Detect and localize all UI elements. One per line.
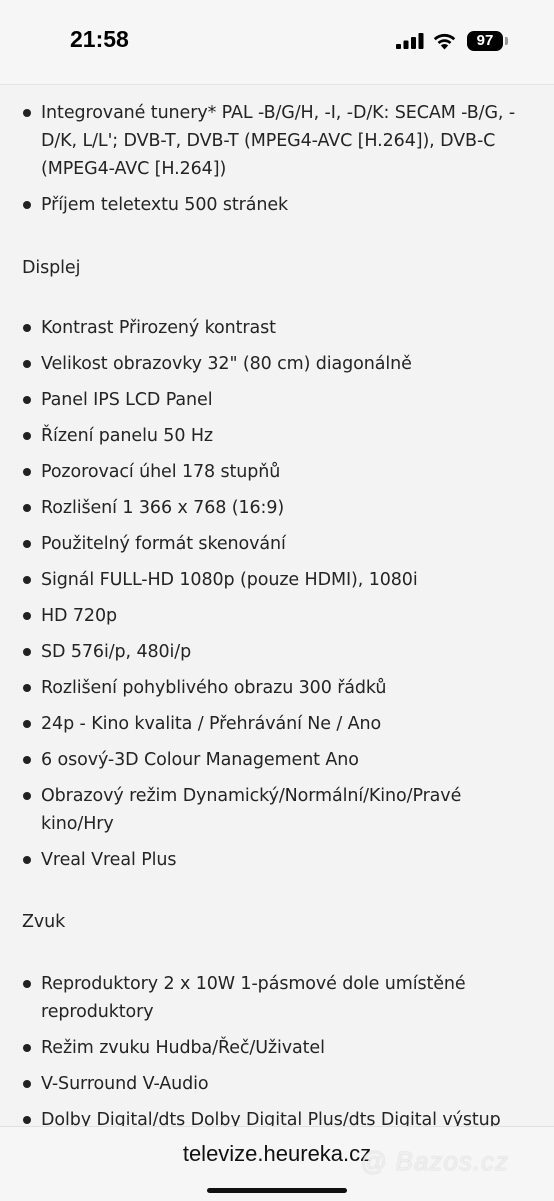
section-heading-sound: Zvuk (22, 912, 66, 932)
list-item: Příjem teletextu 500 stránek (0, 191, 554, 219)
list-item: V-Surround V-Audio (0, 1070, 554, 1098)
wifi-icon (433, 33, 456, 50)
list-item: SD 576i/p, 480i/p (0, 638, 554, 666)
section-heading-display: Displej (22, 258, 81, 278)
battery-indicator: 97 (467, 31, 503, 51)
list-item: HD 720p (0, 602, 554, 630)
list-item: 6 osový-3D Colour Management Ano (0, 746, 554, 774)
list-item: Pozorovací úhel 178 stupňů (0, 458, 554, 486)
list-item: Dolby Digital/dts Dolby Digital Plus/dts… (0, 1106, 554, 1126)
list-item: Řízení panelu 50 Hz (0, 422, 554, 450)
spec-list-sound: Reproduktory 2 x 10W 1-pásmové dole umís… (0, 970, 554, 1126)
list-item: Panel IPS LCD Panel (0, 386, 554, 414)
list-item: Rozlišení pohyblivého obrazu 300 řádků (0, 674, 554, 702)
list-item: Režim zvuku Hudba/Řeč/Uživatel (0, 1034, 554, 1062)
list-item: Reproduktory 2 x 10W 1-pásmové dole umís… (0, 970, 554, 1026)
list-item: Velikost obrazovky 32" (80 cm) diagonáln… (0, 350, 554, 378)
battery-cap (505, 37, 508, 45)
home-indicator[interactable] (207, 1188, 347, 1193)
spec-list-tuner: Integrované tunery* PAL -B/G/H, -I, -D/K… (0, 99, 554, 227)
list-item: Signál FULL-HD 1080p (pouze HDMI), 1080i (0, 566, 554, 594)
list-item: Použitelný formát skenování (0, 530, 554, 558)
list-item: Vreal Vreal Plus (0, 846, 554, 874)
status-bar: 21:58 97 (0, 0, 554, 85)
page-content: Integrované tunery* PAL -B/G/H, -I, -D/K… (0, 84, 554, 1126)
status-time: 21:58 (70, 26, 129, 52)
list-item: Obrazový režim Dynamický/Normální/Kino/P… (0, 782, 554, 838)
list-item: Integrované tunery* PAL -B/G/H, -I, -D/K… (0, 99, 554, 183)
spec-list-display: Kontrast Přirozený kontrast Velikost obr… (0, 314, 554, 882)
list-item: 24p - Kino kvalita / Přehrávání Ne / Ano (0, 710, 554, 738)
list-item: Rozlišení 1 366 x 768 (16:9) (0, 494, 554, 522)
watermark: @ Bazos.cz (360, 1146, 510, 1176)
list-item: Kontrast Přirozený kontrast (0, 314, 554, 342)
cellular-signal-icon (396, 33, 424, 49)
